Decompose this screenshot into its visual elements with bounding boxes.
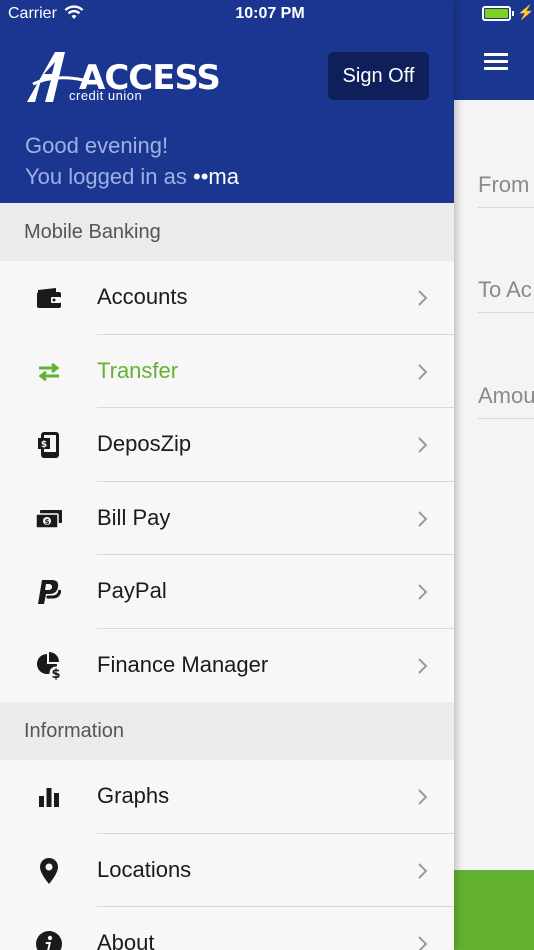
- menu-label: About: [97, 930, 155, 950]
- svg-text:$: $: [41, 440, 47, 450]
- logo-subtitle: credit union: [69, 88, 143, 103]
- menu-item-deposzip[interactable]: $ DeposZip: [0, 408, 454, 482]
- menu-item-about[interactable]: About: [0, 907, 454, 950]
- menu-label: Finance Manager: [97, 651, 269, 677]
- logged-in-text: You logged in as ••ma: [25, 161, 239, 192]
- charging-icon: ⚡: [517, 4, 534, 20]
- menu-label: Locations: [97, 856, 192, 882]
- svg-text:$: $: [45, 518, 50, 526]
- menu-item-finance-manager[interactable]: $ Finance Manager: [0, 628, 454, 702]
- paypal-icon: [34, 577, 64, 607]
- menu-label: Transfer: [97, 357, 179, 383]
- clock: 10:07 PM: [235, 5, 305, 22]
- to-account-field[interactable]: To Ac: [478, 273, 534, 313]
- menu-item-bill-pay[interactable]: $ Bill Pay: [0, 481, 454, 555]
- info-icon: [34, 929, 64, 950]
- menu-label: DeposZip: [97, 431, 192, 456]
- drawer-header: ACCESS credit union Sign Off Good evenin…: [0, 0, 454, 203]
- menu-label: Graphs: [97, 783, 170, 808]
- access-credit-union-logo: ACCESS credit union: [25, 50, 221, 108]
- chevron-right-icon: [416, 508, 430, 530]
- menu-item-accounts[interactable]: Accounts: [0, 261, 454, 335]
- from-account-field[interactable]: From: [478, 168, 534, 208]
- menu-item-transfer[interactable]: Transfer: [0, 334, 454, 408]
- amount-field[interactable]: Amou: [478, 379, 534, 419]
- chevron-right-icon: [416, 655, 430, 677]
- bill-pay-icon: $: [34, 504, 64, 534]
- menu-item-graphs[interactable]: Graphs: [0, 760, 454, 834]
- chevron-right-icon: [416, 287, 430, 309]
- transfer-arrows-icon: [34, 357, 64, 387]
- menu-label: PayPal: [97, 578, 167, 603]
- svg-text:$: $: [51, 667, 60, 680]
- wallet-icon: [34, 283, 64, 313]
- username: ••ma: [193, 164, 239, 189]
- chevron-right-icon: [416, 361, 430, 383]
- mobile-deposit-icon: $: [34, 430, 64, 460]
- menu-label: Bill Pay: [97, 504, 171, 530]
- chevron-right-icon: [416, 933, 430, 950]
- menu-item-paypal[interactable]: PayPal: [0, 555, 454, 629]
- logged-in-prefix: You logged in as: [25, 164, 193, 189]
- battery-icon: [482, 6, 514, 21]
- chevron-right-icon: [416, 860, 430, 882]
- bar-chart-icon: [34, 782, 64, 812]
- section-header-information: Information: [0, 702, 454, 760]
- location-pin-icon: [34, 856, 64, 886]
- greeting-block: Good evening! You logged in as ••ma: [25, 130, 239, 192]
- chevron-right-icon: [416, 786, 430, 808]
- finance-manager-icon: $: [34, 651, 64, 681]
- status-bar: Carrier 10:07 PM ⚡: [0, 0, 534, 28]
- navigation-drawer: ACCESS credit union Sign Off Good evenin…: [0, 0, 454, 950]
- chevron-right-icon: [416, 434, 430, 456]
- submit-transfer-button[interactable]: [454, 870, 534, 950]
- section-header-mobile-banking: Mobile Banking: [0, 203, 454, 261]
- menu-label: Accounts: [97, 284, 188, 309]
- hamburger-menu-icon[interactable]: [484, 53, 508, 71]
- chevron-right-icon: [416, 581, 430, 603]
- greeting-text: Good evening!: [25, 133, 169, 158]
- sign-off-button[interactable]: Sign Off: [328, 52, 429, 100]
- menu-item-locations[interactable]: Locations: [0, 833, 454, 907]
